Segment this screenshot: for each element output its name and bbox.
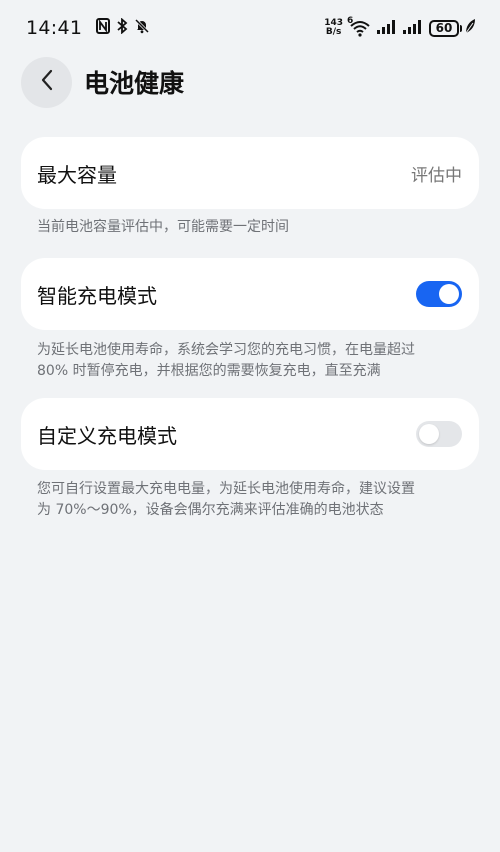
signal-icon-2 (403, 19, 423, 38)
chevron-left-icon (40, 69, 54, 95)
network-speed: 143 B/s (324, 19, 343, 37)
page-header: 电池健康 (21, 56, 184, 108)
wifi-label: 6 (347, 16, 354, 26)
page-title: 电池健康 (84, 69, 185, 98)
wifi-icon: 6 (347, 16, 371, 37)
status-bar: 14:41 143 B/s 6 60 (0, 0, 500, 56)
eco-leaf-icon (465, 18, 476, 38)
custom-charging-description-line2: 为 70%～90%，设备会偶尔充满来评估准确的电池状态 (37, 502, 384, 518)
smart-charging-label: 智能充电模式 (37, 283, 157, 308)
custom-charging-label: 自定义充电模式 (37, 423, 177, 448)
network-speed-unit: B/s (325, 27, 342, 37)
back-button[interactable] (21, 56, 72, 108)
mute-bell-icon (134, 18, 150, 38)
custom-charging-description-line1: 您可自行设置最大充电电量，为延长电池使用寿命，建议设置 (37, 481, 415, 497)
status-time: 14:41 (26, 17, 83, 39)
max-capacity-label: 最大容量 (37, 162, 117, 187)
smart-charging-card: 智能充电模式 (21, 258, 479, 330)
battery-level: 60 (429, 19, 459, 37)
custom-charging-description: 您可自行设置最大充电电量，为延长电池使用寿命，建议设置 为 70%～90%，设备… (37, 479, 467, 521)
max-capacity-card[interactable]: 最大容量 评估中 (21, 137, 479, 209)
smart-charging-description: 为延长电池使用寿命，系统会学习您的充电习惯，在电量超过 80% 时暂停充电，并根… (37, 340, 467, 382)
battery-indicator: 60 (429, 18, 476, 38)
max-capacity-value: 评估中 (411, 165, 462, 186)
smart-charging-description-line1: 为延长电池使用寿命，系统会学习您的充电习惯，在电量超过 (37, 342, 415, 358)
smart-charging-toggle[interactable] (416, 281, 462, 307)
max-capacity-description-text: 当前电池容量评估中，可能需要一定时间 (37, 219, 289, 235)
smart-charging-description-line2: 80% 时暂停充电，并根据您的需要恢复充电，直至充满 (37, 363, 381, 379)
battery-cap (460, 24, 462, 32)
toggle-knob (439, 284, 459, 304)
custom-charging-toggle[interactable] (416, 421, 462, 447)
bluetooth-icon (116, 17, 128, 38)
custom-charging-card: 自定义充电模式 (21, 398, 479, 470)
toggle-knob (419, 424, 439, 444)
signal-icon (377, 19, 397, 38)
nfc-icon (96, 18, 111, 38)
max-capacity-description: 当前电池容量评估中，可能需要一定时间 (37, 217, 467, 238)
